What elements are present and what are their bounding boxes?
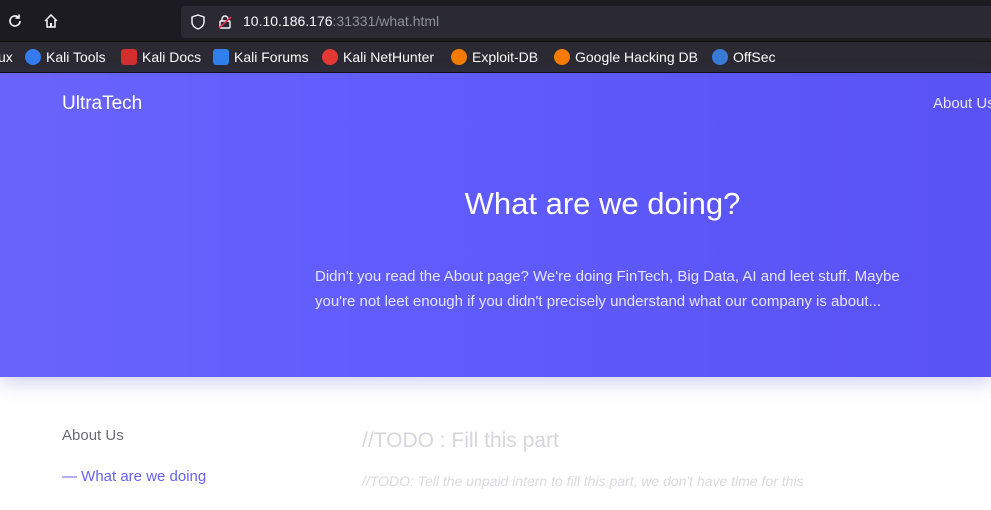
browser-toolbar: 10.10.186.176:31331/what.html	[0, 0, 991, 42]
nethunter-icon	[322, 49, 338, 65]
bookmark-exploit-db[interactable]: Exploit-DB	[451, 49, 538, 65]
bookmark-label: Kali NetHunter	[343, 49, 435, 65]
sidebar-item-about[interactable]: About Us	[62, 427, 124, 444]
bookmark-kali-forums[interactable]: Kali Forums	[213, 49, 309, 65]
bookmark-label: OffSec	[733, 49, 776, 65]
bookmark-label: Kali Docs	[142, 49, 202, 65]
bookmark-label: ux	[0, 49, 13, 65]
url-text[interactable]: 10.10.186.176:31331/what.html	[243, 13, 439, 29]
url-path: :31331/what.html	[332, 13, 440, 29]
bookmark-google-hacking-db[interactable]: Google Hacking DB	[554, 49, 698, 65]
sidebar-item-what-are-we-doing[interactable]: — What are we doing	[62, 468, 206, 485]
home-icon[interactable]	[41, 11, 61, 31]
bookmark-offsec[interactable]: OffSec	[712, 49, 776, 65]
bookmark-kali-linux[interactable]: ux	[0, 49, 13, 65]
exploitdb-icon	[451, 49, 467, 65]
page-title: What are we doing?	[464, 186, 741, 221]
kali-tools-icon	[25, 49, 41, 65]
offsec-icon	[712, 49, 728, 65]
ghdb-icon	[554, 49, 570, 65]
kali-forums-icon	[213, 49, 229, 65]
insecure-lock-icon[interactable]	[216, 13, 234, 31]
bookmark-label: Kali Tools	[46, 49, 106, 65]
section-title: //TODO : Fill this part	[362, 429, 559, 452]
bookmark-kali-tools[interactable]: Kali Tools	[25, 49, 106, 65]
section-text: //TODO: Tell the unpaid intern to fill t…	[362, 473, 804, 489]
bookmarks-bar: ux Kali Tools Kali Docs Kali Forums Kali…	[0, 42, 991, 73]
bookmark-label: Kali Forums	[234, 49, 309, 65]
nav-about-link[interactable]: About Us	[933, 95, 991, 112]
bookmark-kali-nethunter[interactable]: Kali NetHunter	[322, 49, 434, 65]
reload-icon[interactable]	[5, 11, 25, 31]
url-bar[interactable]: 10.10.186.176:31331/what.html	[181, 6, 991, 38]
shield-icon[interactable]	[189, 13, 207, 31]
site-brand[interactable]: UltraTech	[62, 93, 142, 115]
bookmark-label: Google Hacking DB	[575, 49, 698, 65]
hero-description: Didn't you read the About page? We're do…	[315, 268, 900, 310]
kali-docs-icon	[121, 49, 137, 65]
bookmark-label: Exploit-DB	[472, 49, 539, 65]
bookmark-kali-docs[interactable]: Kali Docs	[121, 49, 201, 65]
url-host: 10.10.186.176	[243, 13, 333, 29]
hero-section: UltraTech About Us What are we doing? Di…	[0, 73, 991, 377]
